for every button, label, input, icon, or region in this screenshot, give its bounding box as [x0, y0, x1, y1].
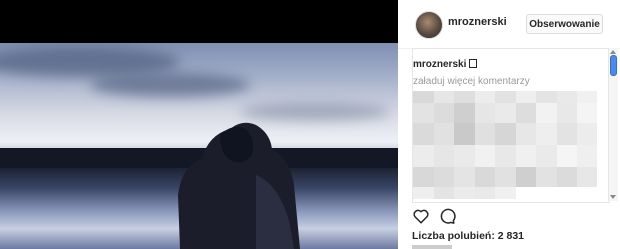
scroll-up-arrow-icon[interactable] — [610, 50, 616, 54]
blurred-comments — [413, 91, 597, 199]
load-more-comments-link[interactable]: załaduj więcej komentarzy — [413, 76, 530, 87]
heart-icon[interactable] — [412, 207, 430, 225]
avatar[interactable] — [415, 11, 443, 39]
scroll-down-arrow-icon[interactable] — [610, 195, 616, 199]
likes-count[interactable]: Liczba polubień: 2 831 — [412, 230, 524, 242]
follow-button[interactable]: Obserwowanie — [526, 14, 603, 34]
post-date-partial — [412, 245, 452, 249]
post-sidebar: mroznerski Obserwowanie mroznerski załad… — [398, 0, 620, 249]
couple-silhouette — [178, 122, 300, 249]
post-photo — [0, 43, 398, 249]
comments-scrollbar[interactable] — [608, 48, 618, 201]
post-media[interactable] — [0, 0, 398, 249]
scroll-thumb[interactable] — [610, 55, 617, 76]
username-link[interactable]: mroznerski — [448, 16, 507, 28]
missing-glyph-icon — [469, 59, 478, 68]
comments-panel: mroznerski załaduj więcej komentarzy — [412, 48, 610, 203]
caption-username[interactable]: mroznerski — [413, 59, 466, 70]
comment-icon[interactable] — [438, 207, 456, 225]
post-header: mroznerski Obserwowanie — [398, 0, 620, 49]
caption: mroznerski — [413, 59, 478, 70]
